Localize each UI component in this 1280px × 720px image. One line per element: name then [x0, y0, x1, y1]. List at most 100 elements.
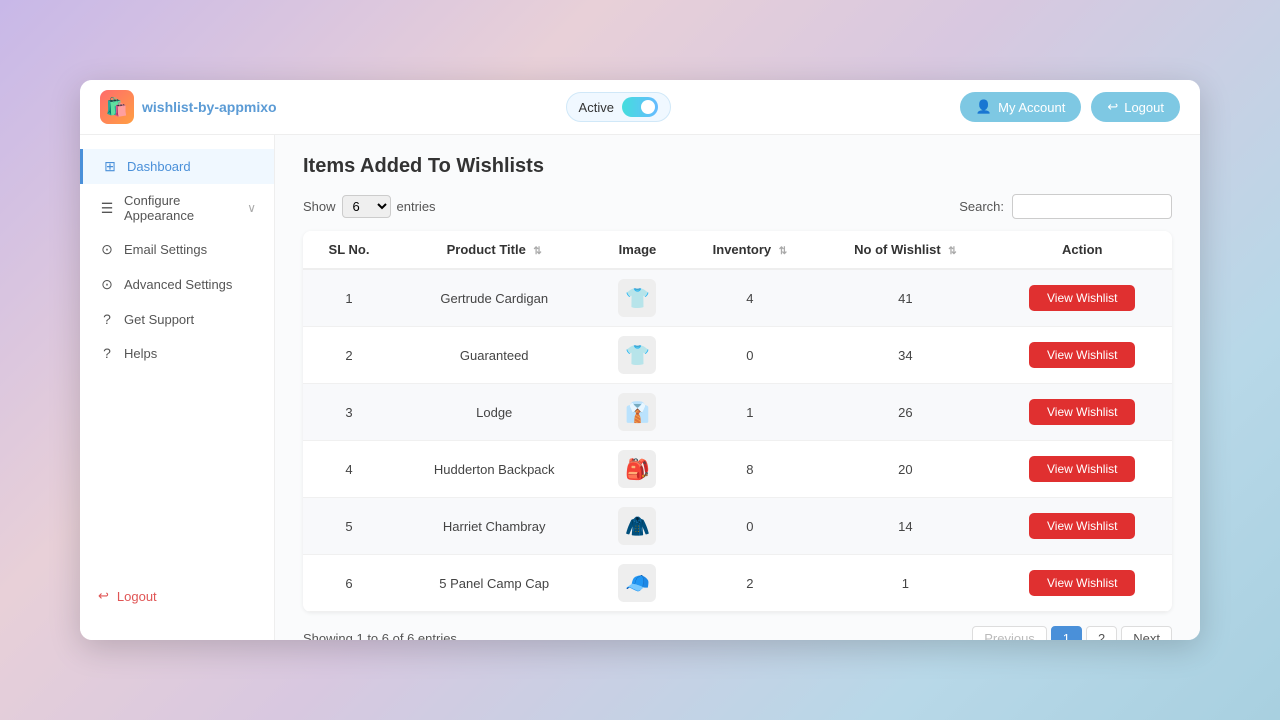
- view-wishlist-button[interactable]: View Wishlist: [1029, 342, 1135, 368]
- chevron-down-icon: ∨: [247, 201, 256, 215]
- table-row: 1 Gertrude Cardigan 👕 4 41 View Wishlist: [303, 269, 1172, 327]
- sort-icon: ⇅: [948, 246, 956, 257]
- logo-area: 🛍️ wishlist-by-appmixo: [100, 90, 277, 124]
- help-icon: ?: [98, 345, 116, 361]
- sidebar-item-configure-appearance[interactable]: ☰ Configure Appearance ∨: [80, 184, 274, 232]
- data-table: SL No. Product Title ⇅ Image Inventory ⇅…: [303, 231, 1172, 612]
- view-wishlist-button[interactable]: View Wishlist: [1029, 285, 1135, 311]
- cell-image: 🎒: [593, 441, 681, 498]
- sidebar-item-label: Helps: [124, 346, 256, 361]
- main-layout: ⊞ Dashboard ☰ Configure Appearance ∨ ⊙ E…: [80, 135, 1200, 640]
- cell-title: Guaranteed: [395, 327, 593, 384]
- top-bar: 🛍️ wishlist-by-appmixo Active 👤 My Accou…: [80, 80, 1200, 135]
- cell-no-wishlist: 41: [818, 269, 992, 327]
- sidebar-item-get-support[interactable]: ? Get Support: [80, 302, 274, 336]
- cell-sl: 3: [303, 384, 395, 441]
- search-area: Search:: [959, 194, 1172, 219]
- cell-inventory: 1: [682, 384, 819, 441]
- cell-sl: 2: [303, 327, 395, 384]
- view-wishlist-button[interactable]: View Wishlist: [1029, 456, 1135, 482]
- email-icon: ⊙: [98, 241, 116, 258]
- view-wishlist-button[interactable]: View Wishlist: [1029, 513, 1135, 539]
- toggle-switch[interactable]: [622, 97, 658, 117]
- logout-side-button[interactable]: ↩ Logout: [98, 580, 256, 612]
- next-page-button[interactable]: Next: [1121, 626, 1172, 640]
- cell-action: View Wishlist: [993, 269, 1172, 327]
- sidebar-item-label: Email Settings: [124, 242, 256, 257]
- cell-image: 🧢: [593, 555, 681, 612]
- sidebar-item-dashboard[interactable]: ⊞ Dashboard: [80, 149, 274, 184]
- table-row: 6 5 Panel Camp Cap 🧢 2 1 View Wishlist: [303, 555, 1172, 612]
- table-row: 2 Guaranteed 👕 0 34 View Wishlist: [303, 327, 1172, 384]
- table-body: 1 Gertrude Cardigan 👕 4 41 View Wishlist…: [303, 269, 1172, 612]
- cell-sl: 6: [303, 555, 395, 612]
- cell-inventory: 0: [682, 498, 819, 555]
- sidebar-item-label: Get Support: [124, 312, 256, 327]
- col-product-title: Product Title ⇅: [395, 231, 593, 269]
- cell-title: Harriet Chambray: [395, 498, 593, 555]
- sidebar-item-advanced-settings[interactable]: ⊙ Advanced Settings: [80, 267, 274, 302]
- cell-action: View Wishlist: [993, 555, 1172, 612]
- page-1-button[interactable]: 1: [1051, 626, 1082, 640]
- col-sl-no: SL No.: [303, 231, 395, 269]
- show-entries: Show 6 10 25 50 entries: [303, 195, 436, 218]
- cell-action: View Wishlist: [993, 441, 1172, 498]
- cell-title: Hudderton Backpack: [395, 441, 593, 498]
- cell-image: 👕: [593, 269, 681, 327]
- view-wishlist-button[interactable]: View Wishlist: [1029, 399, 1135, 425]
- logout-label: Logout: [117, 589, 157, 604]
- search-input[interactable]: [1012, 194, 1172, 219]
- sort-icon: ⇅: [533, 246, 541, 257]
- sidebar-item-email-settings[interactable]: ⊙ Email Settings: [80, 232, 274, 267]
- table-controls: Show 6 10 25 50 entries Search:: [303, 194, 1172, 219]
- advanced-icon: ⊙: [98, 276, 116, 293]
- my-account-button[interactable]: 👤 My Account: [960, 92, 1081, 122]
- page-2-button[interactable]: 2: [1086, 626, 1117, 640]
- configure-icon: ☰: [98, 200, 116, 217]
- cell-no-wishlist: 1: [818, 555, 992, 612]
- search-label: Search:: [959, 199, 1004, 214]
- active-label: Active: [579, 100, 614, 115]
- product-image: 🎒: [618, 450, 656, 488]
- show-entries-select[interactable]: 6 10 25 50: [342, 195, 391, 218]
- top-right-buttons: 👤 My Account ↩ Logout: [960, 92, 1180, 122]
- sidebar-item-helps[interactable]: ? Helps: [80, 336, 274, 370]
- cell-image: 👕: [593, 327, 681, 384]
- cell-title: Gertrude Cardigan: [395, 269, 593, 327]
- active-toggle[interactable]: Active: [566, 92, 671, 122]
- col-no-of-wishlist: No of Wishlist ⇅: [818, 231, 992, 269]
- table-footer: Showing 1 to 6 of 6 entries Previous 1 2…: [303, 626, 1172, 640]
- sidebar-bottom: ↩ Logout: [80, 580, 274, 626]
- cell-no-wishlist: 20: [818, 441, 992, 498]
- cell-sl: 1: [303, 269, 395, 327]
- col-image: Image: [593, 231, 681, 269]
- table-row: 3 Lodge 👔 1 26 View Wishlist: [303, 384, 1172, 441]
- cell-no-wishlist: 34: [818, 327, 992, 384]
- sort-icon: ⇅: [779, 246, 787, 257]
- cell-title: Lodge: [395, 384, 593, 441]
- view-wishlist-button[interactable]: View Wishlist: [1029, 570, 1135, 596]
- app-name: wishlist-by-appmixo: [142, 99, 277, 115]
- product-image: 👕: [618, 336, 656, 374]
- sidebar-item-label: Configure Appearance: [124, 193, 239, 223]
- cell-image: 🧥: [593, 498, 681, 555]
- cell-title: 5 Panel Camp Cap: [395, 555, 593, 612]
- prev-page-button[interactable]: Previous: [972, 626, 1047, 640]
- support-icon: ?: [98, 311, 116, 327]
- cell-inventory: 8: [682, 441, 819, 498]
- cell-inventory: 4: [682, 269, 819, 327]
- page-title: Items Added To Wishlists: [303, 155, 1172, 178]
- col-action: Action: [993, 231, 1172, 269]
- logout-icon: ↩: [98, 588, 109, 604]
- entries-label: entries: [397, 199, 436, 214]
- table-header-row: SL No. Product Title ⇅ Image Inventory ⇅…: [303, 231, 1172, 269]
- product-image: 👕: [618, 279, 656, 317]
- table-row: 4 Hudderton Backpack 🎒 8 20 View Wishlis…: [303, 441, 1172, 498]
- product-image: 🧥: [618, 507, 656, 545]
- sidebar-nav: ⊞ Dashboard ☰ Configure Appearance ∨ ⊙ E…: [80, 149, 274, 370]
- sidebar: ⊞ Dashboard ☰ Configure Appearance ∨ ⊙ E…: [80, 135, 275, 640]
- logout-top-button[interactable]: ↩ Logout: [1091, 92, 1180, 122]
- cell-sl: 5: [303, 498, 395, 555]
- dashboard-icon: ⊞: [101, 158, 119, 175]
- product-image: 🧢: [618, 564, 656, 602]
